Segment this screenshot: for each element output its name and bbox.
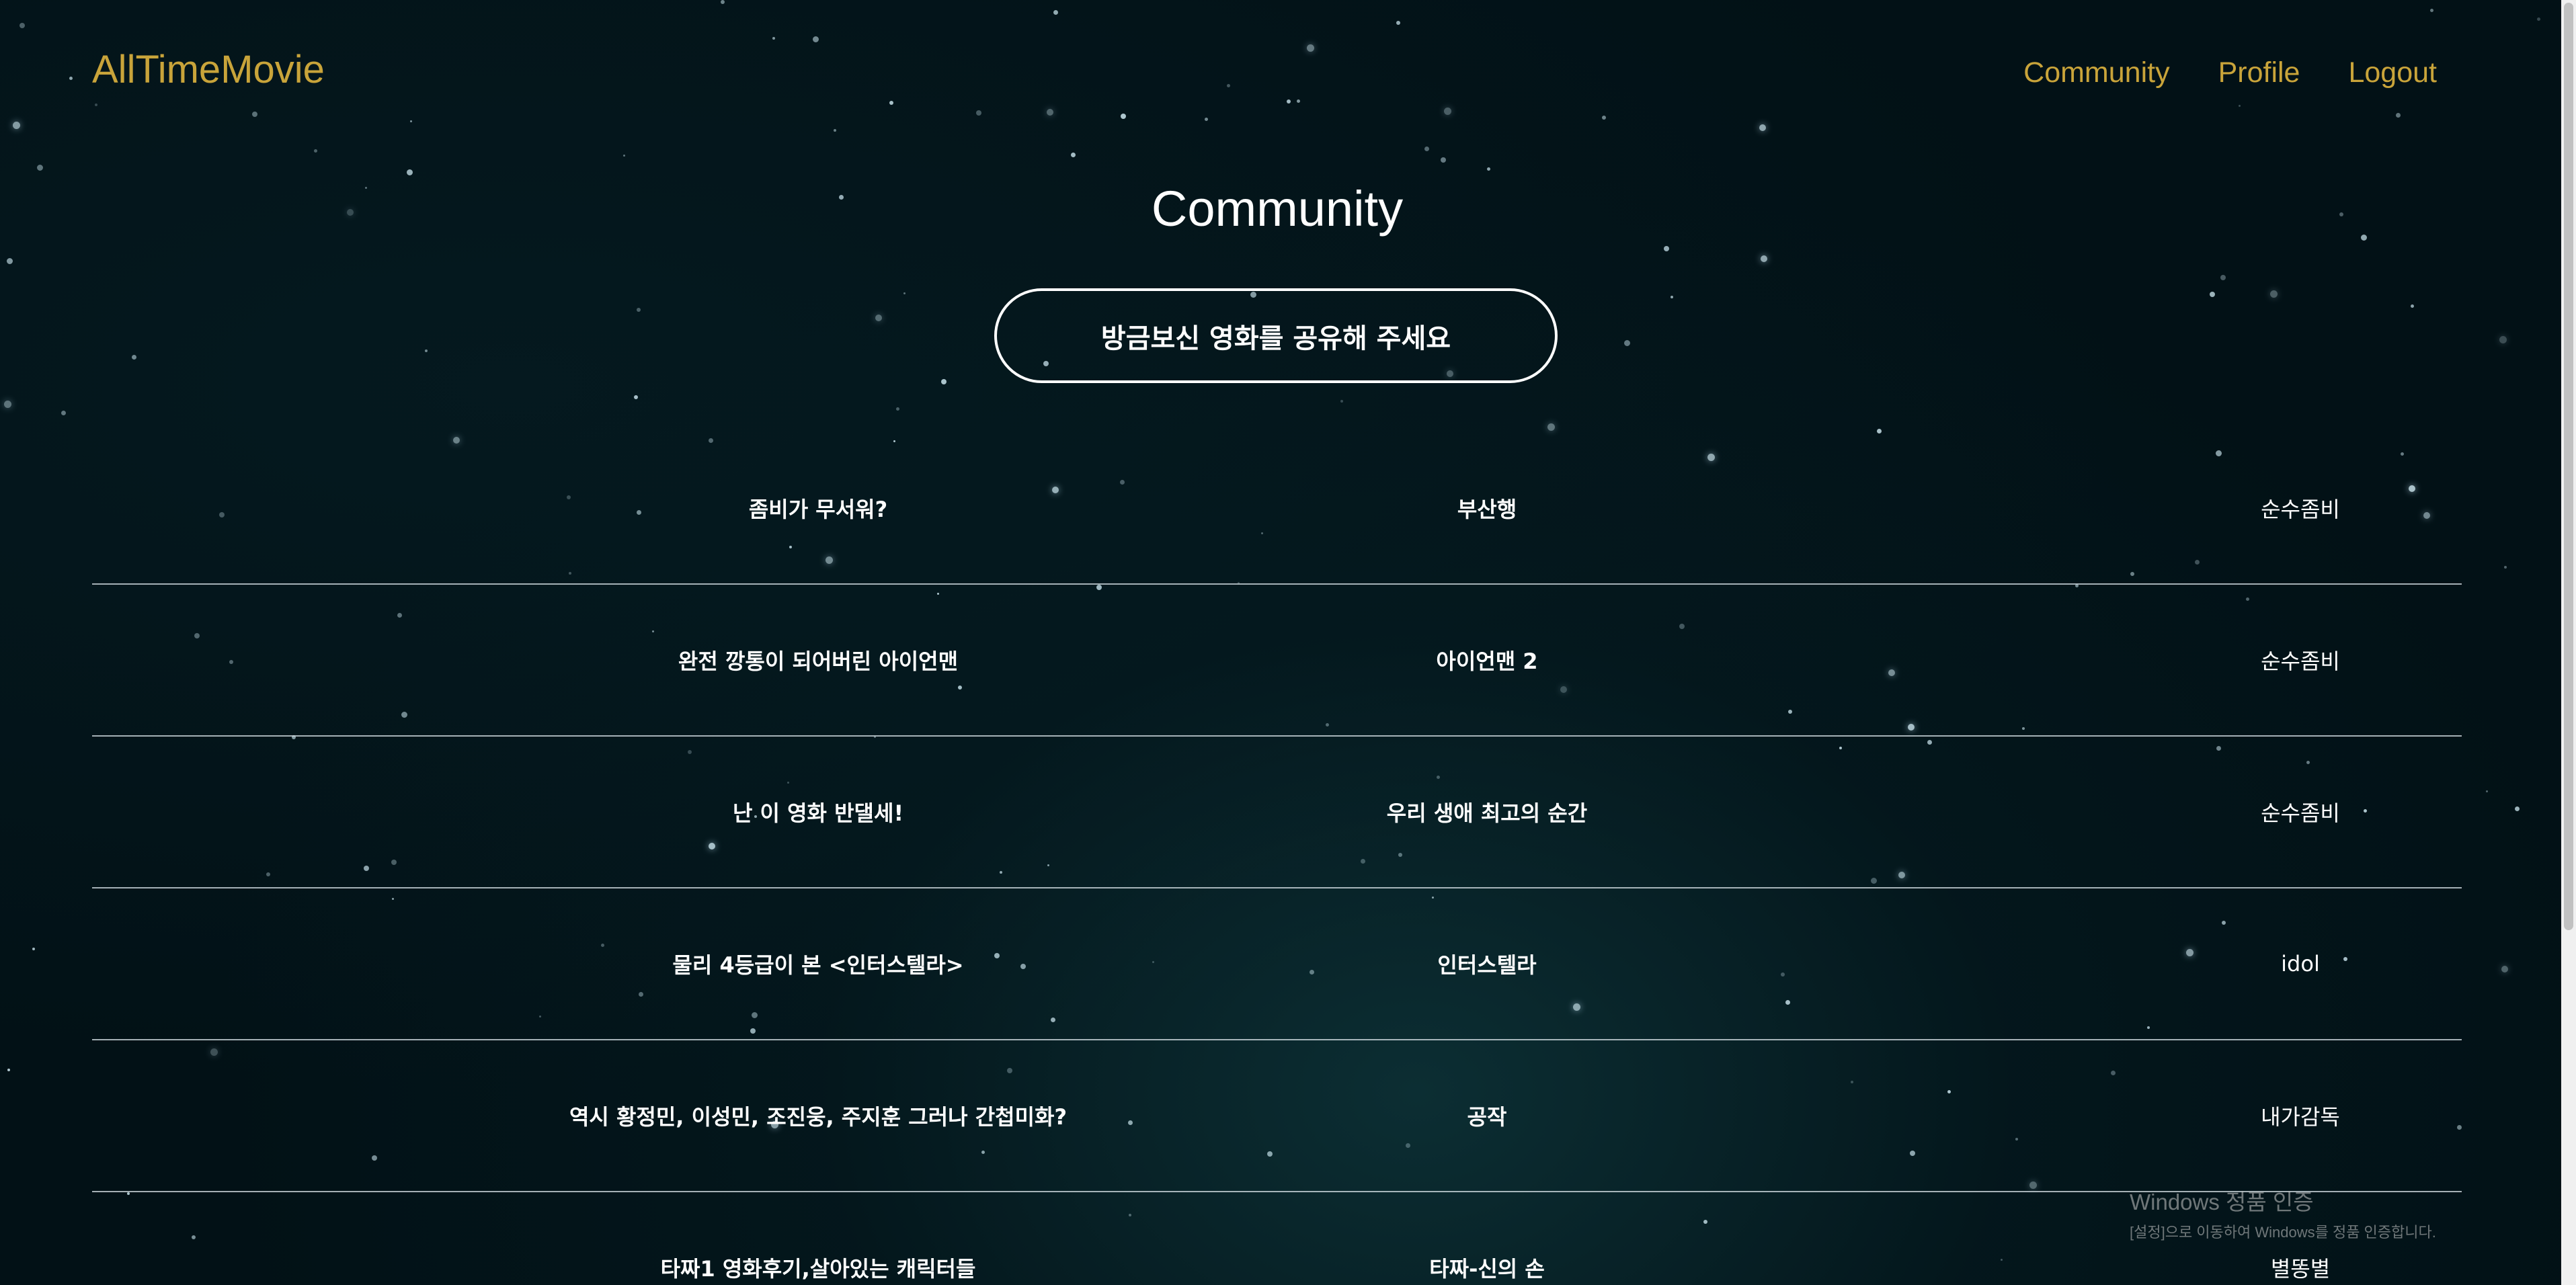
post-movie: 타짜-신의 손 (1429, 1256, 1545, 1282)
post-author: 내가감독 (2261, 1104, 2340, 1130)
post-author: idol (2281, 951, 2320, 977)
post-author: 순수좀비 (2261, 497, 2340, 522)
post-row[interactable]: 역시 황정민, 이성민, 조진웅, 주지훈 그러나 간첩미화? 공작 내가감독 (92, 1040, 2462, 1192)
site-logo[interactable]: AllTimeMovie (92, 47, 325, 92)
watermark-title: Windows 정품 인증 (2130, 1190, 2314, 1214)
post-row[interactable]: 물리 4등급이 본 <인터스텔라> 인터스텔라 idol (92, 888, 2462, 1040)
post-row[interactable]: 타짜1 영화후기,살아있는 캐릭터들 타짜-신의 손 별똥별 (92, 1192, 2462, 1285)
post-row[interactable]: 좀비가 무서워? 부산행 순수좀비 (92, 433, 2462, 585)
page: AllTimeMovie Community Profile Logout Co… (0, 0, 2561, 1285)
windows-activation-watermark: Windows 정품 인증 [설정]으로 이동하여 Windows를 정품 인증… (2130, 1184, 2436, 1242)
post-movie: 부산행 (1457, 497, 1517, 522)
post-author: 순수좀비 (2261, 800, 2340, 826)
nav-profile-link[interactable]: Profile (2218, 56, 2300, 89)
post-author: 순수좀비 (2261, 649, 2340, 674)
scrollbar-thumb[interactable] (2564, 3, 2573, 930)
watermark-subtitle: [설정]으로 이동하여 Windows를 정품 인증합니다. (2130, 1224, 2436, 1241)
nav-community-link[interactable]: Community (2023, 56, 2169, 89)
post-list: 좀비가 무서워? 부산행 순수좀비 완전 깡통이 되어버린 아이언맨 아이언맨 … (92, 433, 2462, 1285)
post-movie: 인터스텔라 (1437, 952, 1537, 978)
post-row[interactable]: 난 이 영화 반댈세! 우리 생애 최고의 순간 순수좀비 (92, 737, 2462, 888)
top-nav: Community Profile Logout (2023, 56, 2437, 89)
page-title: Community (1151, 181, 1404, 237)
post-row[interactable]: 완전 깡통이 되어버린 아이언맨 아이언맨 2 순수좀비 (92, 585, 2462, 737)
nav-logout-link[interactable]: Logout (2348, 56, 2437, 89)
vertical-scrollbar[interactable] (2561, 0, 2576, 1285)
post-movie: 공작 (1467, 1104, 1507, 1130)
post-movie: 우리 생애 최고의 순간 (1386, 800, 1588, 826)
share-movie-button[interactable]: 방금보신 영화를 공유해 주세요 (994, 288, 1558, 383)
post-movie: 아이언맨 2 (1436, 649, 1538, 674)
